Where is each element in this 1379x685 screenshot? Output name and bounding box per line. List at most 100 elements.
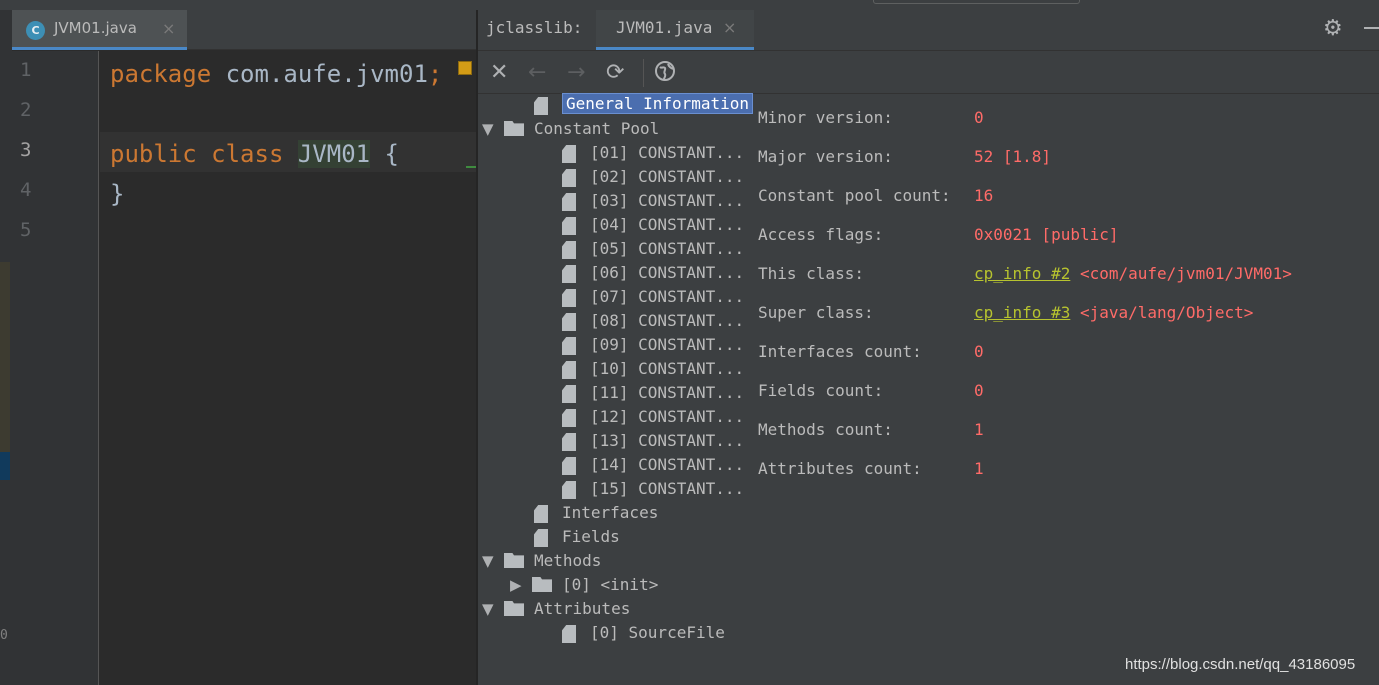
back-arrow-icon[interactable]: ← xyxy=(528,60,546,85)
line-number: 5 xyxy=(20,219,32,241)
code-keyword: class xyxy=(211,140,284,168)
top-toolbar-strip xyxy=(0,0,1379,10)
file-icon xyxy=(562,265,576,283)
code-line: } xyxy=(110,180,124,208)
line-number: 3 xyxy=(20,139,32,161)
refresh-icon[interactable]: ⟳ xyxy=(606,60,624,85)
editor-tab-jvm01[interactable]: C JVM01.java × xyxy=(12,10,187,50)
expanded-arrow-icon[interactable]: ▼ xyxy=(482,600,498,618)
cp-info-link[interactable]: cp_info #3 xyxy=(974,303,1070,322)
tree-item-label: [09] CONSTANT... xyxy=(590,335,745,354)
folder-icon xyxy=(532,577,552,592)
folder-icon xyxy=(504,553,524,568)
code-keyword: ; xyxy=(427,60,443,88)
file-icon xyxy=(534,529,548,547)
search-field[interactable] xyxy=(873,0,1080,4)
file-icon xyxy=(562,385,576,403)
strip-label: 0 xyxy=(0,628,8,643)
editor-tab-bar: C JVM01.java × xyxy=(12,10,476,50)
info-value-text: <java/lang/Object> xyxy=(1079,303,1254,322)
info-label: Fields count: xyxy=(758,381,884,400)
close-icon[interactable]: ✕ xyxy=(490,60,508,85)
line-number: 2 xyxy=(20,99,32,121)
tree-item-label: [07] CONSTANT... xyxy=(590,287,745,306)
close-icon[interactable]: × xyxy=(723,18,736,37)
class-structure-tree[interactable]: General Information ▼ Constant Pool [01] CO… xyxy=(478,93,754,685)
code-text: } xyxy=(110,180,125,208)
editor-tab-label: JVM01.java xyxy=(54,19,137,37)
file-icon xyxy=(534,505,548,523)
info-label: Minor version: xyxy=(758,108,893,127)
tree-item-label: [05] CONSTANT... xyxy=(590,239,745,258)
file-icon xyxy=(562,193,576,211)
info-label: Methods count: xyxy=(758,420,893,439)
collapsed-arrow-icon[interactable]: ▶ xyxy=(510,576,526,594)
info-value: 0 xyxy=(974,381,984,400)
line-number: 4 xyxy=(20,179,32,201)
file-icon xyxy=(562,409,576,427)
tree-item-label: [14] CONSTANT... xyxy=(590,455,745,474)
file-icon xyxy=(534,97,548,115)
file-icon xyxy=(562,433,576,451)
close-icon[interactable]: × xyxy=(162,19,175,38)
jclasslib-tab-label: JVM01.java xyxy=(616,18,713,37)
tree-item-label: Attributes xyxy=(534,599,631,618)
file-icon xyxy=(562,457,576,475)
warning-marker-icon[interactable] xyxy=(458,61,472,75)
jclasslib-tab-jvm01[interactable]: JVM01.java × xyxy=(596,10,754,50)
tree-item-label: [0] <init> xyxy=(562,575,659,594)
info-label: This class: xyxy=(758,264,864,283)
file-icon xyxy=(562,313,576,331)
scroll-marker xyxy=(0,262,10,452)
file-icon xyxy=(562,289,576,307)
folder-icon xyxy=(504,121,524,136)
file-icon xyxy=(562,625,576,643)
info-label: Access flags: xyxy=(758,225,884,244)
code-area[interactable]: package com.aufe.jvm01; public class JVM0… xyxy=(100,51,476,685)
tree-item-label: [04] CONSTANT... xyxy=(590,215,745,234)
code-keyword: public xyxy=(110,140,197,168)
tree-item-label: Constant Pool xyxy=(534,119,660,138)
info-value: 16 xyxy=(974,186,994,205)
info-label: Interfaces count: xyxy=(758,342,922,361)
minimize-icon[interactable] xyxy=(1364,27,1379,29)
forward-arrow-icon[interactable]: → xyxy=(567,60,585,85)
toolbar-separator xyxy=(643,59,644,87)
info-value: 52 [1.8] xyxy=(974,147,1052,166)
folder-icon xyxy=(504,601,524,616)
watermark-text: https://blog.csdn.net/qq_43186095 xyxy=(1125,656,1356,673)
jclasslib-panel: jclasslib: JVM01.java × ⚙ ✕ ← → ⟳ Genera… xyxy=(478,10,1379,685)
info-value: 0 xyxy=(974,342,984,361)
file-icon xyxy=(562,337,576,355)
expanded-arrow-icon[interactable]: ▼ xyxy=(482,552,498,570)
file-icon xyxy=(562,217,576,235)
left-tool-strip: 0 xyxy=(0,10,12,685)
java-class-icon: C xyxy=(26,21,45,40)
info-label: Super class: xyxy=(758,303,874,322)
tree-item-label: [06] CONSTANT... xyxy=(590,263,745,282)
info-value-text: <com/aufe/jvm01/JVM01> xyxy=(1079,264,1292,283)
gear-icon[interactable]: ⚙ xyxy=(1323,16,1343,41)
code-keyword: package xyxy=(110,60,212,88)
tree-item-label: [03] CONSTANT... xyxy=(590,191,745,210)
jclasslib-title: jclasslib: xyxy=(486,18,583,37)
jclasslib-toolbar: ✕ ← → ⟳ xyxy=(478,50,1379,94)
file-icon xyxy=(562,241,576,259)
tree-item-label: [10] CONSTANT... xyxy=(590,359,745,378)
globe-icon[interactable] xyxy=(654,60,676,87)
info-label: Major version: xyxy=(758,147,893,166)
tree-item-label: [12] CONSTANT... xyxy=(590,407,745,426)
info-label: Attributes count: xyxy=(758,459,922,478)
info-value: cp_info #3 <java/lang/Object> xyxy=(974,303,1253,322)
file-icon xyxy=(562,481,576,499)
tree-item-label: General Information xyxy=(562,93,754,114)
jclasslib-tab-bar: jclasslib: JVM01.java × ⚙ xyxy=(478,10,1379,50)
expanded-arrow-icon[interactable]: ▼ xyxy=(482,120,498,138)
info-label: Constant pool count: xyxy=(758,186,951,205)
info-value: cp_info #2 <com/aufe/jvm01/JVM01> xyxy=(974,264,1292,283)
file-icon xyxy=(562,145,576,163)
cp-info-link[interactable]: cp_info #2 xyxy=(974,264,1070,283)
code-editor: C JVM01.java × 1 2 3 4 5 package com.aufe.jv… xyxy=(12,10,488,685)
